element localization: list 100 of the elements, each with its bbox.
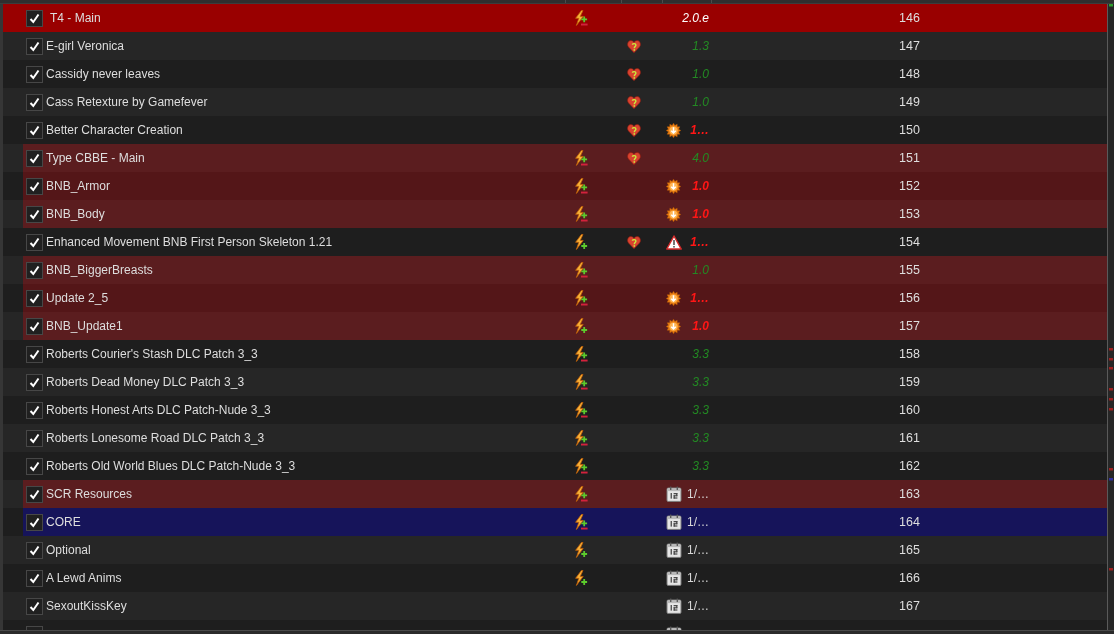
lightning-plus-minus-icon (574, 178, 588, 194)
priority-text: 163 (899, 487, 920, 501)
checkbox[interactable] (26, 37, 43, 55)
mod-row[interactable]: BNB_Armor 1.0 152 (3, 172, 1107, 200)
checkbox[interactable] (26, 541, 43, 559)
lightning-plus-icon (574, 570, 588, 586)
mod-row[interactable]: SexoutKissKey 1/… 167 (3, 592, 1107, 620)
mod-row[interactable]: BNB_Update1 1.0 157 (3, 312, 1107, 340)
lightning-plus-minus-icon (574, 346, 588, 362)
version-text: 1.0 (692, 263, 709, 277)
mod-row[interactable]: Enhanced Movement BNB First Person Skeleton 1.21 1… 154 (3, 228, 1107, 256)
version-text: 3.3 (692, 459, 709, 473)
priority-text: 152 (899, 179, 920, 193)
version-text: 1.0 (692, 95, 709, 109)
version-text: 3.3 (692, 347, 709, 361)
mod-name: SCR Resources (46, 487, 133, 501)
checkbox[interactable] (26, 401, 43, 419)
priority-text: 158 (899, 347, 920, 361)
mod-name: E-girl Veronica (46, 39, 125, 53)
checkbox[interactable] (26, 233, 43, 251)
version-text: 1/… (687, 571, 709, 585)
scrollbar[interactable] (1107, 4, 1114, 630)
lightning-plus-minus-icon (574, 10, 588, 26)
mod-row[interactable]: Cassidy never leaves 1.0 148 (3, 60, 1107, 88)
mod-name: BNB_Update1 (46, 319, 123, 333)
checkbox[interactable] (26, 429, 43, 447)
version-text: 1/… (687, 599, 709, 613)
calendar-icon (666, 514, 682, 530)
priority-text: 156 (899, 291, 920, 305)
mod-row[interactable]: Cass Retexture by Gamefever 1.0 149 (3, 88, 1107, 116)
mod-row[interactable]: Update 2_5 1… 156 (3, 284, 1107, 312)
calendar-icon (666, 542, 682, 558)
mod-row[interactable]: CORE 1/… 164 (3, 508, 1107, 536)
checkbox[interactable] (26, 205, 43, 223)
checkbox[interactable] (26, 345, 43, 363)
lightning-plus-minus-icon (574, 290, 588, 306)
version-text: 1/… (687, 487, 709, 501)
version-text: 1… (690, 291, 709, 305)
checkbox[interactable] (26, 121, 43, 139)
lightning-plus-minus-icon (574, 402, 588, 418)
version-text: 1.0 (692, 319, 709, 333)
mod-name: Update 2_5 (46, 291, 109, 305)
checkbox[interactable] (26, 261, 43, 279)
version-text: 3.3 (692, 403, 709, 417)
checkbox[interactable] (26, 373, 43, 391)
checkbox[interactable] (26, 457, 43, 475)
starburst-arrow-icon (666, 178, 681, 194)
mod-name: Roberts Dead Money DLC Patch 3_3 (46, 375, 245, 389)
mod-row[interactable]: Optional 1/… 165 (3, 536, 1107, 564)
checkbox[interactable] (26, 289, 43, 307)
priority-text: 150 (899, 123, 920, 137)
mod-name: Cass Retexture by Gamefever (46, 95, 208, 109)
mod-row[interactable]: SCR Resources 1/… 163 (3, 480, 1107, 508)
priority-text: 161 (899, 431, 920, 445)
lightning-plus-minus-icon (574, 262, 588, 278)
checkbox[interactable] (26, 485, 43, 503)
priority-text: 160 (899, 403, 920, 417)
mod-name: Roberts Old World Blues DLC Patch-Nude 3_3 (46, 459, 296, 473)
mod-row[interactable]: BNB_Body 1.0 153 (3, 200, 1107, 228)
calendar-icon (666, 486, 682, 502)
mod-row[interactable]: Type CBBE - Main 4.0 151 (3, 144, 1107, 172)
priority-text: 148 (899, 67, 920, 81)
priority-text: 162 (899, 459, 920, 473)
checkbox[interactable] (26, 65, 43, 83)
mod-row[interactable]: Roberts Lonesome Road DLC Patch 3_3 3.3 161 (3, 424, 1107, 452)
checkbox[interactable] (26, 317, 43, 335)
version-text: 1… (690, 235, 709, 249)
heart-question-icon (627, 235, 641, 249)
mod-row[interactable]: A Lewd Anims 1/… 166 (3, 564, 1107, 592)
priority-text: 157 (899, 319, 920, 333)
checkbox[interactable] (26, 9, 43, 27)
heart-question-icon (627, 39, 641, 53)
lightning-plus-minus-icon (574, 430, 588, 446)
lightning-plus-minus-icon (574, 458, 588, 474)
checkbox[interactable] (26, 513, 43, 531)
checkbox[interactable] (26, 149, 43, 167)
mod-name: CORE (46, 515, 81, 529)
mod-row[interactable]: Roberts Courier's Stash DLC Patch 3_3 3.3 158 (3, 340, 1107, 368)
checkbox[interactable] (26, 93, 43, 111)
mod-row[interactable]: T4 - Main 2.0.e 146 (3, 4, 1107, 32)
version-text: 1.0 (692, 179, 709, 193)
mod-row[interactable]: BNB_BiggerBreasts 1.0 155 (3, 256, 1107, 284)
mod-name: Better Character Creation (46, 123, 183, 137)
lightning-plus-minus-icon (574, 150, 588, 166)
checkbox[interactable] (26, 177, 43, 195)
version-text: 3.3 (692, 431, 709, 445)
checkbox[interactable] (26, 597, 43, 615)
priority-text: 155 (899, 263, 920, 277)
version-text: 1.3 (692, 39, 709, 53)
mod-row[interactable]: Roberts Dead Money DLC Patch 3_3 3.3 159 (3, 368, 1107, 396)
mod-name: BNB_Armor (46, 179, 110, 193)
priority-text: 154 (899, 235, 920, 249)
checkbox[interactable] (26, 569, 43, 587)
mod-name: Cassidy never leaves (46, 67, 161, 81)
mod-row[interactable]: Roberts Old World Blues DLC Patch-Nude 3_3 3.3 162 (3, 452, 1107, 480)
mod-row[interactable]: Better Character Creation 1… 150 (3, 116, 1107, 144)
mod-row[interactable]: Roberts Honest Arts DLC Patch-Nude 3_3 3.3 160 (3, 396, 1107, 424)
lightning-plus-minus-icon (574, 486, 588, 502)
mod-row[interactable]: E-girl Veronica 1.3 147 (3, 32, 1107, 60)
priority-text: 146 (899, 11, 920, 25)
